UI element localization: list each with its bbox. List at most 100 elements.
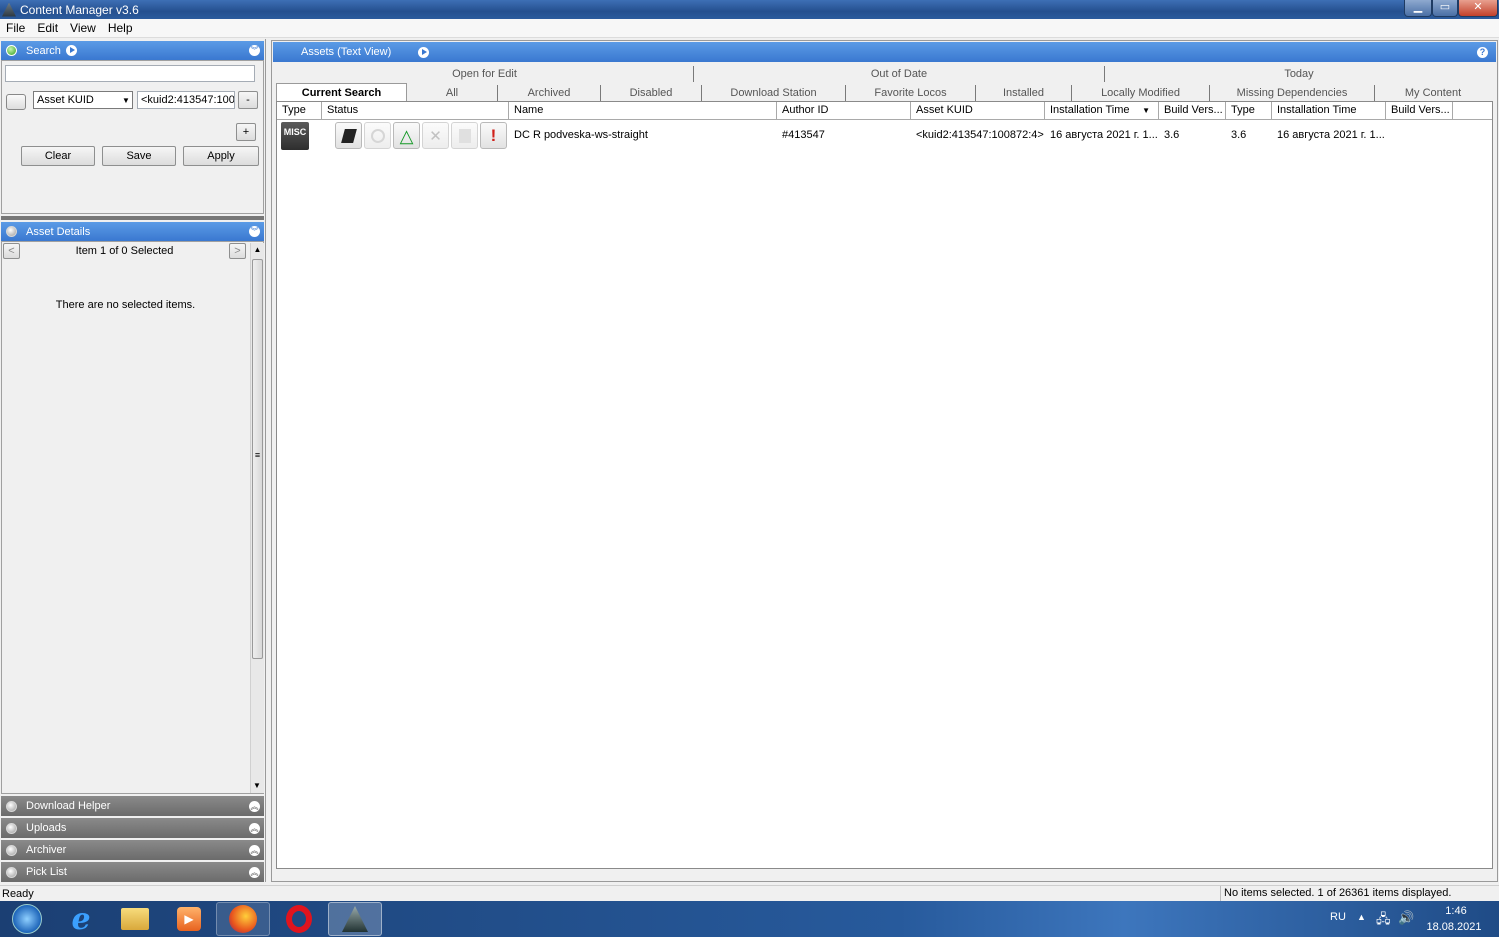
asset-details-header[interactable]: Asset Details ︾	[1, 222, 264, 241]
tab-current-search[interactable]: Current Search	[276, 83, 407, 101]
tools-icon: ✕	[422, 122, 449, 149]
archiver-header[interactable]: Archiver ︽	[1, 840, 264, 860]
trainz-content-manager-icon[interactable]	[328, 902, 382, 936]
maximize-button[interactable]: ▭	[1432, 0, 1458, 17]
assets-panel-title: Assets (Text View)	[301, 46, 392, 58]
build2-cell	[1386, 120, 1453, 151]
prev-item-button[interactable]: <	[3, 243, 20, 259]
col-installation-time[interactable]: Installation Time ▼	[1045, 102, 1159, 119]
scroll-up-icon[interactable]: ▲	[251, 243, 264, 257]
col-type-2[interactable]: Type	[1226, 102, 1272, 119]
filter-toggle-icon[interactable]	[6, 94, 26, 110]
build-cell: 3.6	[1164, 129, 1180, 141]
opera-icon[interactable]	[272, 902, 326, 936]
scroll-down-icon[interactable]: ▼	[251, 779, 263, 793]
col-name[interactable]: Name	[509, 102, 777, 119]
misc-badge-icon: MISC	[281, 121, 309, 150]
col-installation-time-2[interactable]: Installation Time	[1272, 102, 1386, 119]
search-input[interactable]	[5, 65, 255, 82]
play-icon[interactable]	[418, 46, 429, 58]
tab-my-content[interactable]: My Content	[1375, 85, 1491, 101]
tab-locally-modified[interactable]: Locally Modified	[1072, 84, 1210, 101]
assets-panel-header[interactable]: Assets (Text View) ?	[273, 42, 1496, 62]
menu-file[interactable]: File	[0, 19, 31, 38]
left-panel: Search ︾ Asset KUID ▼ - + Clear Save App…	[0, 39, 266, 882]
item-counter: Item 1 of 0 Selected	[75, 245, 174, 257]
network-icon[interactable]: 🖧	[1376, 910, 1391, 932]
error-icon: !	[480, 122, 507, 149]
expand-chevron-icon[interactable]: ︽	[249, 866, 260, 878]
col-status[interactable]: Status	[322, 102, 509, 119]
clock-time[interactable]: 1:46	[1436, 905, 1476, 917]
filter-field-select[interactable]: Asset KUID ▼	[33, 91, 133, 109]
tab-missing-dependencies[interactable]: Missing Dependencies	[1210, 84, 1375, 101]
col-type[interactable]: Type	[277, 102, 322, 119]
save-button[interactable]: Save	[102, 146, 176, 166]
scroll-thumb[interactable]: ≡	[252, 259, 263, 659]
volume-icon[interactable]: 🔊	[1398, 910, 1414, 926]
help-icon[interactable]: ?	[1477, 46, 1488, 58]
search-panel-title: Search	[26, 44, 61, 57]
language-indicator[interactable]: RU	[1330, 911, 1346, 923]
tray-expand-icon[interactable]: ▲	[1357, 912, 1366, 922]
asset-details-body: < Item 1 of 0 Selected > There are no se…	[1, 241, 264, 794]
items-count-text: No items selected. 1 of 26361 items disp…	[1220, 886, 1499, 901]
col-author-id[interactable]: Author ID	[777, 102, 911, 119]
panel-title: Download Helper	[26, 800, 111, 812]
panel-splitter[interactable]	[1, 216, 264, 220]
expand-chevron-icon[interactable]: ︽	[249, 800, 260, 812]
minimize-button[interactable]: ▁	[1404, 0, 1432, 17]
tab-out-of-date[interactable]: Out of Date	[694, 65, 1105, 82]
download-helper-header[interactable]: Download Helper ︽	[1, 796, 264, 816]
firefox-icon[interactable]	[216, 902, 270, 936]
start-orb-icon[interactable]	[0, 902, 54, 936]
apply-button[interactable]: Apply	[183, 146, 259, 166]
table-row[interactable]: MISC △ ✕ ! DC R podveska-ws-straight #41…	[277, 120, 1492, 151]
internet-explorer-icon[interactable]: e	[54, 902, 108, 937]
col-build-version-2[interactable]: Build Vers...	[1386, 102, 1453, 119]
author-id-cell: #413547	[782, 129, 825, 141]
vertical-scrollbar[interactable]: ▲ ≡ ▼	[250, 243, 264, 793]
tab-open-for-edit[interactable]: Open for Edit	[276, 65, 694, 82]
media-player-icon[interactable]: ▶	[162, 902, 216, 936]
next-item-button[interactable]: >	[229, 243, 246, 259]
menu-help[interactable]: Help	[102, 19, 139, 38]
panel-status-icon	[6, 822, 17, 834]
remove-filter-button[interactable]: -	[238, 91, 258, 109]
filter-value-input[interactable]	[137, 91, 235, 109]
close-button[interactable]: ✕	[1458, 0, 1498, 17]
clear-button[interactable]: Clear	[21, 146, 95, 166]
panel-status-icon	[6, 844, 17, 856]
panel-title: Archiver	[26, 844, 67, 856]
col-build-version[interactable]: Build Vers...	[1159, 102, 1226, 119]
tab-favorite-locos[interactable]: Favorite Locos	[846, 84, 976, 101]
tab-archived[interactable]: Archived	[498, 84, 601, 101]
kuid-cell: <kuid2:413547:100872:4>	[916, 129, 1044, 141]
tab-installed[interactable]: Installed	[976, 84, 1072, 101]
tab-all[interactable]: All	[407, 84, 498, 101]
tab-row-top: Open for Edit Out of Date Today	[276, 64, 1493, 82]
tab-disabled[interactable]: Disabled	[601, 84, 702, 101]
col-asset-kuid[interactable]: Asset KUID	[911, 102, 1045, 119]
clock-date[interactable]: 18.08.2021	[1424, 921, 1484, 933]
add-filter-button[interactable]: +	[236, 123, 256, 141]
expand-chevron-icon[interactable]: ︽	[249, 844, 260, 856]
title-bar: Content Manager v3.6	[0, 0, 1499, 19]
uploads-header[interactable]: Uploads ︽	[1, 818, 264, 838]
status-bar: Ready No items selected. 1 of 26361 item…	[0, 885, 1499, 901]
play-icon[interactable]	[66, 45, 77, 56]
search-panel-body: Asset KUID ▼ - + Clear Save Apply	[1, 60, 264, 214]
pick-list-header[interactable]: Pick List ︽	[1, 862, 264, 882]
type2-cell: 3.6	[1231, 129, 1247, 141]
table-header: Type Status Name Author ID Asset KUID In…	[277, 102, 1492, 120]
menu-edit[interactable]: Edit	[31, 19, 64, 38]
search-panel-header[interactable]: Search ︾	[1, 41, 264, 60]
tab-download-station[interactable]: Download Station	[702, 84, 846, 101]
menu-view[interactable]: View	[64, 19, 102, 38]
file-explorer-icon[interactable]	[108, 902, 162, 936]
filter-field-value: Asset KUID	[37, 94, 94, 106]
expand-chevron-icon[interactable]: ︽	[249, 822, 260, 834]
collapse-chevron-icon[interactable]: ︾	[249, 45, 260, 56]
collapse-chevron-icon[interactable]: ︾	[249, 226, 260, 237]
tab-today[interactable]: Today	[1105, 66, 1493, 82]
